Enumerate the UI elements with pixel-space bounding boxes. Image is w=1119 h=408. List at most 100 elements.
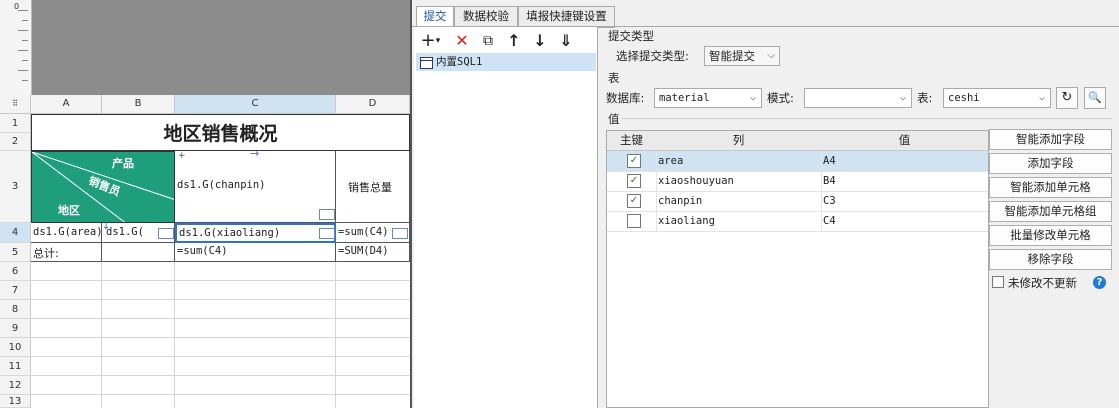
report-title-cell[interactable]: 地区销售概况: [31, 114, 410, 151]
copy-icon[interactable]: ⧉: [478, 31, 498, 51]
row-header-9[interactable]: 9: [0, 319, 31, 338]
chevron-down-icon: ⌵: [1038, 92, 1046, 103]
cell-c4-widget-icon: [319, 228, 335, 239]
cell-b4-widget-icon: [158, 228, 174, 239]
cell-c4-text: ds1.G(xiaoliang): [179, 227, 281, 239]
expand-right-icon: →: [250, 147, 260, 160]
list-item-sql1[interactable]: 内置SQL1: [416, 53, 596, 71]
chevron-down-icon: ⌵: [899, 92, 907, 103]
cell-b4-text: ds1.G(: [106, 226, 144, 238]
smart-add-field-button[interactable]: 智能添加字段: [989, 129, 1112, 150]
select-all-corner[interactable]: ⠿: [0, 95, 31, 114]
help-icon[interactable]: ?: [1093, 276, 1106, 289]
preview-button[interactable]: 🔍: [1084, 87, 1106, 109]
key-checkbox[interactable]: [627, 214, 641, 228]
row-value: C4: [823, 215, 836, 227]
cell-c5[interactable]: =sum(C4): [175, 243, 336, 262]
tab-submit[interactable]: 提交: [416, 6, 454, 28]
column-header-d[interactable]: D: [336, 95, 410, 114]
table-row[interactable]: xiaoliang C4: [607, 211, 988, 232]
remove-field-button[interactable]: 移除字段: [989, 249, 1112, 270]
table-row[interactable]: ✓ xiaoshouyuan B4: [607, 171, 988, 192]
tab-shortcut-settings[interactable]: 填报快捷键设置: [518, 6, 615, 28]
row-header-7[interactable]: 7: [0, 281, 31, 300]
cell-d3-text: 销售总量: [348, 181, 392, 194]
row-column-name: area: [658, 155, 684, 167]
cell-c5-text: =sum(C4): [177, 245, 228, 257]
row-header-1[interactable]: 1: [0, 114, 31, 133]
row-column-name: chanpin: [658, 195, 703, 207]
row-value: B4: [823, 175, 836, 187]
vertical-ruler: 0: [0, 0, 32, 95]
table-label: 表:: [917, 91, 933, 105]
move-up-icon[interactable]: ↑: [504, 31, 524, 51]
cell-c3-widget-icon: [319, 209, 335, 220]
row-header-2[interactable]: 2: [0, 133, 31, 151]
row-header-6[interactable]: 6: [0, 262, 31, 281]
row-header-5[interactable]: 5: [0, 243, 31, 262]
cell-b4[interactable]: ↓ ds1.G(: [102, 221, 175, 243]
table-row[interactable]: ✓ area A4: [607, 151, 988, 172]
column-header-value[interactable]: 值: [821, 131, 988, 151]
column-header-c[interactable]: C: [175, 95, 336, 114]
add-field-button[interactable]: 添加字段: [989, 153, 1112, 174]
key-checkbox[interactable]: ✓: [627, 174, 641, 188]
row-header-13[interactable]: 13: [0, 395, 31, 408]
cell-a4[interactable]: ds1.G(area): [31, 223, 103, 243]
smart-add-cell-button[interactable]: 智能添加单元格: [989, 177, 1112, 198]
cell-d4-widget-icon: [392, 228, 408, 239]
mode-select[interactable]: ⌵: [804, 88, 912, 108]
cell-d3[interactable]: 销售总量: [336, 151, 410, 223]
cell-a5[interactable]: 总计:: [31, 243, 102, 262]
column-header-key[interactable]: 主键: [607, 131, 657, 151]
smart-add-cell-group-button[interactable]: 智能添加单元格组: [989, 201, 1112, 222]
cell-d4[interactable]: =sum(C4): [336, 223, 410, 243]
table-section-label: 表: [608, 71, 620, 85]
submit-settings-panel: 提交 数据校验 填报快捷键设置 + ▾ ✕ ⧉ ↑ ↓ ⇓ 内置SQL1 提交类…: [410, 0, 1119, 408]
row-column-name: xiaoliang: [658, 215, 715, 227]
column-header-a[interactable]: A: [31, 95, 102, 114]
row-header-12[interactable]: 12: [0, 376, 31, 395]
column-header-column[interactable]: 列: [656, 131, 822, 151]
row-value: C3: [823, 195, 836, 207]
cell-d4-text: =sum(C4): [338, 226, 389, 238]
section-divider: [622, 118, 1112, 119]
cell-a5-text: 总计:: [33, 247, 59, 260]
table-row[interactable]: ✓ chanpin C3: [607, 191, 988, 212]
row-header-4[interactable]: 4: [0, 223, 31, 243]
empty-grid-lines: [31, 262, 410, 408]
refresh-button[interactable]: ↻: [1056, 87, 1078, 109]
chevron-down-icon: ⌵: [767, 50, 775, 61]
delete-icon[interactable]: ✕: [452, 31, 472, 51]
cell-c3-marker: +: [178, 151, 186, 161]
key-checkbox[interactable]: ✓: [627, 154, 641, 168]
move-down-icon[interactable]: ↓: [530, 31, 550, 51]
key-checkbox[interactable]: ✓: [627, 194, 641, 208]
move-bottom-icon[interactable]: ⇓: [556, 31, 576, 51]
batch-modify-cell-button[interactable]: 批量修改单元格: [989, 225, 1112, 246]
row-header-11[interactable]: 11: [0, 357, 31, 376]
row-header-10[interactable]: 10: [0, 338, 31, 357]
cell-d5[interactable]: =SUM(D4): [336, 243, 410, 262]
submit-type-select[interactable]: 智能提交 ⌵: [704, 46, 780, 66]
diagonal-header-cell[interactable]: 产品 销售员 地区: [31, 151, 175, 223]
no-update-checkbox[interactable]: [992, 276, 1004, 288]
tab-data-validation[interactable]: 数据校验: [454, 6, 518, 28]
row-header-8[interactable]: 8: [0, 300, 31, 319]
database-select[interactable]: material ⌵: [654, 88, 762, 108]
table-select[interactable]: ceshi ⌵: [943, 88, 1051, 108]
cell-c3[interactable]: + → ds1.G(chanpin): [175, 147, 336, 223]
mode-label: 模式:: [767, 91, 794, 105]
diag-label-product: 产品: [112, 157, 134, 170]
cell-b5[interactable]: [102, 243, 175, 262]
cell-c4-selected[interactable]: ds1.G(xiaoliang): [175, 223, 336, 243]
cell-c3-text: ds1.G(chanpin): [177, 179, 266, 191]
add-dropdown-chevron-icon[interactable]: ▾: [433, 31, 443, 51]
database-label: 数据库:: [606, 91, 645, 105]
column-header-b[interactable]: B: [102, 95, 175, 114]
submit-type-section-label: 提交类型: [608, 29, 654, 43]
spreadsheet-grid: ⠿ A B C D 1 2 3 4 5 6 7 8 9 10 11 12 13 …: [0, 95, 410, 408]
submit-type-value: 智能提交: [709, 49, 755, 63]
row-header-3[interactable]: 3: [0, 151, 31, 223]
table-icon: [420, 57, 433, 69]
